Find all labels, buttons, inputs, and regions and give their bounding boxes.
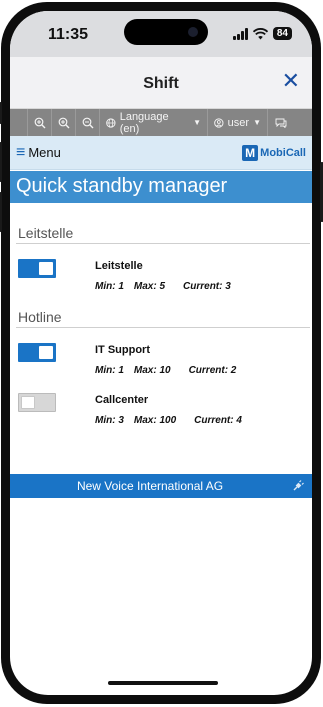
group-max: Max: 10	[133, 365, 171, 376]
plug-icon	[293, 480, 304, 491]
chat-button[interactable]	[268, 109, 294, 136]
standby-toggle-callcenter[interactable]	[18, 393, 56, 412]
logo-mark: M	[242, 145, 259, 161]
battery-icon: 84	[272, 27, 292, 40]
phone-frame: 11:35 84 Shift ✕ Language (en) ▼ user ▼ …	[0, 2, 323, 704]
toolbar-spacer	[10, 109, 28, 136]
user-label: user	[227, 116, 250, 129]
globe-icon	[106, 117, 116, 128]
footer-company: New Voice International AG	[76, 479, 224, 493]
hamburger-icon: ≡	[16, 143, 26, 161]
menu-bar: ≡ Menu M MobiCall	[10, 136, 312, 170]
group-min: Min: 1	[95, 281, 124, 292]
group-max: Max: 5	[133, 281, 166, 292]
group-stats: Min: 1 Max: 5 Current: 3	[95, 281, 231, 292]
user-icon	[214, 117, 224, 128]
group-current: Current: 3	[183, 281, 231, 292]
group-min: Min: 1	[95, 365, 124, 376]
group-stats: Min: 1 Max: 10 Current: 2	[95, 365, 236, 376]
standby-toggle-it-support[interactable]	[18, 343, 56, 362]
toggle-knob	[39, 262, 53, 275]
modal-title: Shift	[143, 75, 179, 92]
zoom-in-icon	[58, 117, 69, 128]
section-heading: Hotline	[18, 309, 62, 325]
footer-bar: New Voice International AG	[10, 474, 312, 498]
group-name: Leitstelle	[95, 260, 143, 272]
chevron-down-icon: ▼	[253, 118, 261, 127]
standby-toggle-leitstelle[interactable]	[18, 259, 56, 278]
group-max: Max: 100	[133, 415, 177, 426]
action-button	[0, 102, 2, 124]
section-divider	[16, 327, 310, 328]
home-indicator[interactable]	[108, 681, 218, 685]
chevron-down-icon: ▼	[193, 118, 201, 127]
group-stats: Min: 3 Max: 100 Current: 4	[95, 415, 242, 426]
group-min: Min: 3	[95, 415, 124, 426]
toggle-knob	[21, 396, 35, 409]
status-icons: 84	[232, 27, 292, 40]
zoom-reset-button[interactable]	[28, 109, 52, 136]
volume-up-button	[0, 142, 2, 182]
mobicall-logo: M MobiCall	[242, 145, 306, 161]
modal-header: Shift ✕	[10, 57, 312, 109]
group-current: Current: 4	[194, 415, 242, 426]
zoom-in-button[interactable]	[52, 109, 76, 136]
group-name: IT Support	[95, 344, 150, 356]
zoom-reset-icon	[34, 117, 45, 128]
section-heading: Leitstelle	[18, 225, 74, 241]
status-time: 11:35	[48, 26, 89, 43]
screen: 11:35 84 Shift ✕ Language (en) ▼ user ▼ …	[10, 11, 312, 695]
volume-down-button	[0, 192, 2, 232]
camera-icon	[188, 27, 198, 37]
dynamic-island	[124, 19, 208, 45]
toggle-knob	[39, 346, 53, 359]
status-bar: 11:35 84	[10, 11, 312, 57]
page-title: Quick standby manager	[16, 175, 228, 197]
cellular-signal-icon	[232, 27, 248, 40]
group-name: Callcenter	[95, 394, 149, 406]
language-dropdown[interactable]: Language (en) ▼	[100, 109, 208, 136]
page-title-bar: Quick standby manager	[10, 171, 312, 203]
zoom-out-button[interactable]	[76, 109, 100, 136]
user-dropdown[interactable]: user ▼	[208, 109, 268, 136]
section-divider	[16, 243, 310, 244]
chat-icon	[275, 118, 287, 128]
menu-label: Menu	[28, 145, 61, 160]
toolbar: Language (en) ▼ user ▼	[10, 109, 312, 136]
language-label: Language (en)	[119, 110, 169, 135]
wifi-icon	[252, 27, 268, 39]
zoom-out-icon	[82, 117, 93, 128]
close-button[interactable]: ✕	[282, 70, 300, 92]
group-current: Current: 2	[188, 365, 237, 376]
menu-button[interactable]: ≡ Menu	[16, 143, 61, 161]
logo-text: MobiCall	[260, 147, 306, 159]
